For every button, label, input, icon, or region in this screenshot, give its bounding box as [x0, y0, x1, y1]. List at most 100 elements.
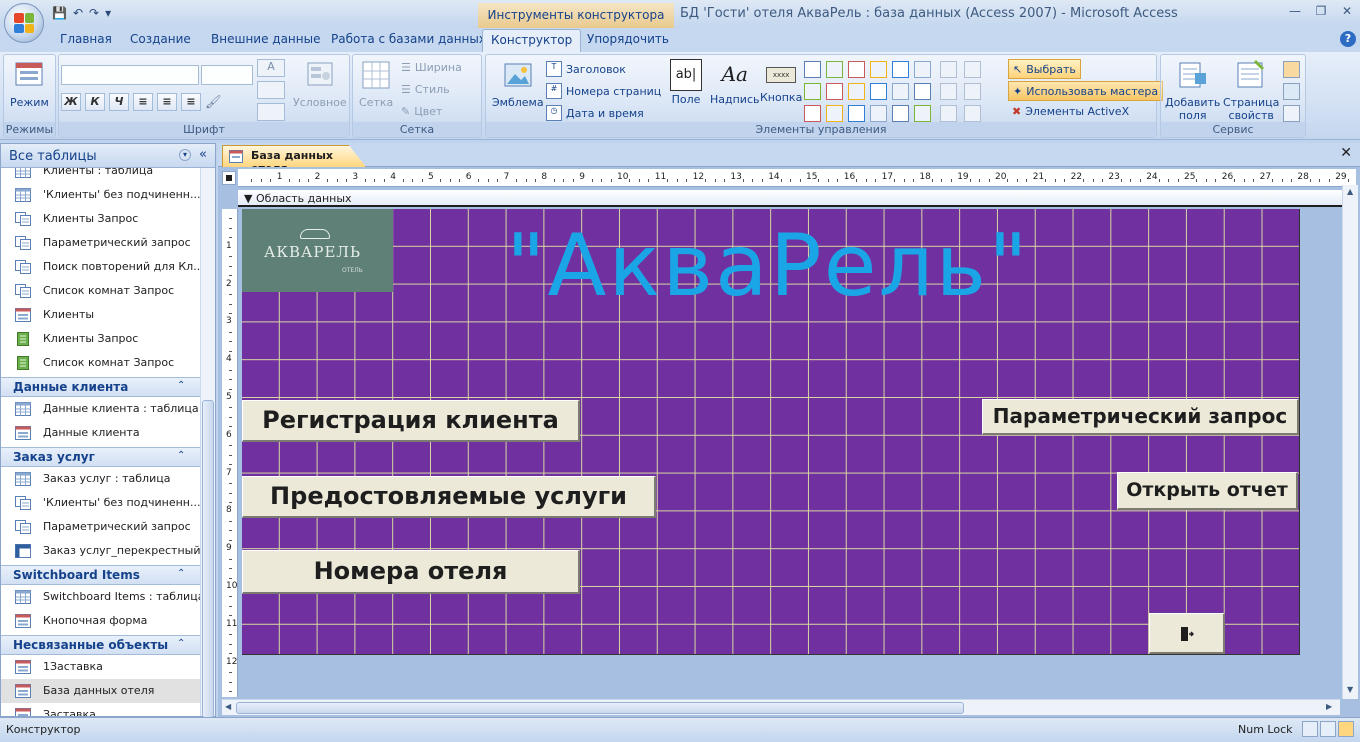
font-name-combo[interactable]	[61, 65, 199, 85]
chevron-down-icon[interactable]: ▾	[179, 149, 191, 161]
command-button[interactable]: xxxx Кнопка	[760, 59, 802, 104]
redo-icon[interactable]: ↷	[89, 6, 99, 20]
nav-item[interactable]: Заставка	[1, 703, 200, 716]
page-numbers-button[interactable]: # Номера страниц	[546, 83, 661, 99]
gridlines-button[interactable]: Сетка	[359, 59, 393, 109]
nav-group-header[interactable]: Switchboard Items ⌃	[1, 565, 200, 585]
list-box-icon[interactable]	[914, 61, 931, 78]
line-style-button[interactable]: ☰ Стиль	[401, 83, 450, 96]
scroll-left-icon[interactable]: ◀	[225, 702, 231, 711]
nav-item[interactable]: Список комнат Запрос	[1, 279, 200, 303]
hotel-rooms-button[interactable]: Номера отеля	[242, 550, 580, 594]
line-thickness-icon[interactable]	[940, 61, 957, 78]
view-button[interactable]: Режим	[10, 59, 49, 109]
logo-button[interactable]: Эмблема	[492, 59, 544, 109]
add-fields-button[interactable]: Добавить поля	[1165, 59, 1220, 122]
chevron-up-icon[interactable]: ⌃	[177, 450, 185, 461]
close-document-icon[interactable]: ✕	[1340, 145, 1352, 161]
title-button[interactable]: T Заголовок	[546, 61, 626, 77]
form-view-icon[interactable]	[1302, 721, 1318, 737]
conditional-format-button[interactable]: Условное	[293, 59, 347, 109]
nav-scroll-thumb[interactable]	[202, 400, 214, 718]
nav-item[interactable]: Кнопочная форма	[1, 609, 200, 633]
tab-create[interactable]: Создание	[130, 32, 191, 46]
nav-item[interactable]: База данных отеля	[1, 679, 200, 703]
hotel-logo-image[interactable]: АКВАРЕЛЬ ОТЕЛЬ	[242, 209, 393, 292]
scroll-right-icon[interactable]: ▶	[1326, 702, 1332, 711]
nav-item[interactable]: Клиенты	[1, 303, 200, 327]
office-button[interactable]	[4, 3, 44, 43]
option-group-icon[interactable]	[892, 105, 909, 122]
activex-button[interactable]: ✖ Элементы ActiveX	[1012, 105, 1129, 118]
use-wizards-button[interactable]: ✦ Использовать мастера	[1008, 81, 1164, 101]
subform-icon[interactable]	[804, 105, 821, 122]
exit-button[interactable]	[1149, 613, 1225, 654]
date-time-button[interactable]: ◷ Дата и время	[546, 105, 644, 121]
page-break-icon[interactable]	[870, 61, 887, 78]
collapse-pane-icon[interactable]: «	[199, 147, 207, 162]
align-left-icon[interactable]: ≡	[133, 93, 153, 111]
nav-item[interactable]: Параметрический запрос	[1, 515, 200, 539]
scroll-down-icon[interactable]: ▼	[1347, 685, 1353, 694]
help-icon[interactable]: ?	[1340, 31, 1356, 47]
underline-button[interactable]: Ч	[109, 93, 129, 111]
property-sheet-button[interactable]: Страница свойств	[1223, 59, 1279, 122]
nav-item[interactable]: 'Клиенты' без подчиненн...	[1, 491, 200, 515]
nav-item[interactable]: 'Клиенты' без подчиненн...	[1, 183, 200, 207]
tab-order-icon[interactable]	[1283, 83, 1300, 100]
horizontal-scroll-thumb[interactable]	[236, 702, 964, 714]
horizontal-ruler[interactable]: 1 2 3 4 5 6 7 8 9 10 11 12 13 14 15 16 17 18 19 20 21 22 23 24 2…	[238, 169, 1356, 187]
toggle-button-icon[interactable]	[848, 61, 865, 78]
more-controls-icon[interactable]	[964, 105, 981, 122]
tab-home[interactable]: Главная	[60, 32, 112, 46]
parametric-query-button[interactable]: Параметрический запрос	[982, 399, 1299, 435]
form-selector[interactable]	[222, 171, 236, 185]
format-painter-icon[interactable]: 🖌	[205, 95, 222, 110]
undo-icon[interactable]: ↶	[73, 6, 83, 20]
nav-item[interactable]: Клиенты : таблица	[1, 168, 200, 183]
arrow-right-icon[interactable]	[964, 61, 981, 78]
radio-button-icon[interactable]	[848, 105, 865, 122]
layout-view-icon[interactable]	[1320, 721, 1336, 737]
nav-header[interactable]: Все таблицы ▾ «	[1, 144, 215, 168]
nav-scrollbar[interactable]	[200, 168, 215, 718]
bold-button[interactable]: Ж	[61, 93, 81, 111]
chevron-up-icon[interactable]: ⌃	[177, 568, 185, 579]
field-button[interactable]: ab| Поле	[670, 59, 702, 106]
tab-arrange[interactable]: Упорядочить	[587, 32, 669, 46]
nav-item[interactable]: Данные клиента : таблица	[1, 397, 200, 421]
checkbox-icon[interactable]	[826, 83, 843, 100]
tab-control-icon[interactable]	[848, 83, 865, 100]
chevron-up-icon[interactable]: ⌃	[177, 380, 185, 391]
tab-database-tools[interactable]: Работа с базами данных	[331, 32, 486, 46]
nav-item[interactable]: Switchboard Items : таблица	[1, 585, 200, 609]
save-icon[interactable]: 💾	[52, 6, 67, 20]
nav-group-header[interactable]: Несвязанные объекты ⌃	[1, 635, 200, 655]
select-button[interactable]: ↖ Выбрать	[1008, 59, 1081, 79]
font-size-combo[interactable]	[201, 65, 253, 85]
align-right-icon[interactable]: ≡	[181, 93, 201, 111]
nav-item[interactable]: Клиенты Запрос	[1, 207, 200, 231]
line-type-icon[interactable]	[940, 83, 957, 100]
subform-icon[interactable]	[1283, 105, 1300, 122]
design-view-icon[interactable]	[1338, 721, 1354, 737]
nav-group-header[interactable]: Заказ услуг ⌃	[1, 447, 200, 467]
vertical-scrollbar[interactable]: ▲ ▼	[1342, 185, 1358, 699]
line-color-button[interactable]: ✎ Цвет	[401, 105, 442, 118]
font-color-icon[interactable]: A	[257, 59, 285, 77]
align-center-icon[interactable]: ≡	[157, 93, 177, 111]
label-button[interactable]: Aa Надпись	[710, 59, 760, 106]
hotel-name-label[interactable]: "АкваРель"	[506, 223, 1030, 309]
document-tab[interactable]: База данных отеля	[222, 145, 366, 167]
image-icon[interactable]	[892, 83, 909, 100]
nav-item[interactable]: Параметрический запрос	[1, 231, 200, 255]
special-effect-icon[interactable]	[964, 83, 981, 100]
tab-external-data[interactable]: Внешние данные	[211, 32, 320, 46]
attachment-icon[interactable]	[826, 105, 843, 122]
services-button[interactable]: Предостовляемые услуги	[242, 476, 656, 518]
italic-button[interactable]: К	[85, 93, 105, 111]
detail-section-bar[interactable]: ▼ Область данных	[238, 190, 1343, 207]
register-client-button[interactable]: Регистрация клиента	[242, 400, 580, 442]
nav-item[interactable]: Заказ услуг : таблица	[1, 467, 200, 491]
nav-item[interactable]: Данные клиента	[1, 421, 200, 445]
